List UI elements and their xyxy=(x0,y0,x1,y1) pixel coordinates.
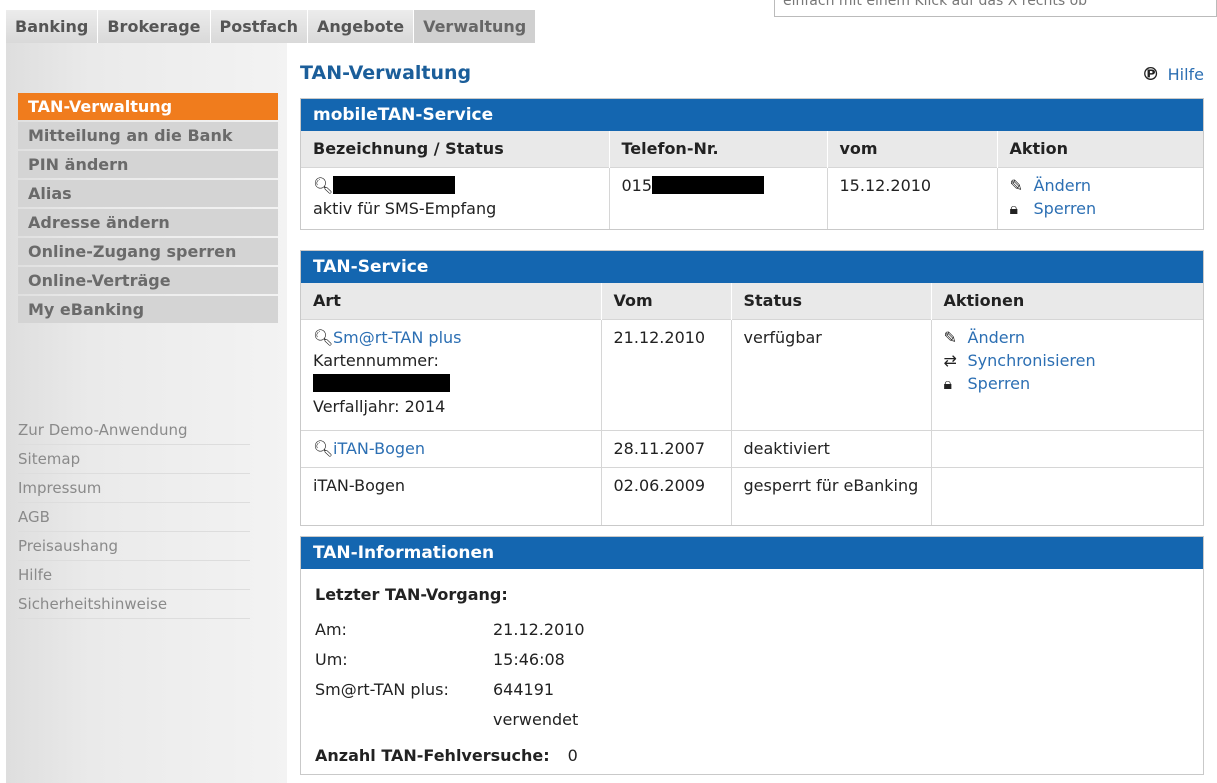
smart-tan-link[interactable]: Sm@rt-TAN plus xyxy=(333,328,462,347)
tan-status: verfügbar xyxy=(731,318,932,430)
am-value: 21.12.2010 xyxy=(493,620,585,639)
table-row: 🔍︎ aktiv für SMS-Empfang 015 15.12.2010 … xyxy=(301,166,1203,229)
itan-link[interactable]: iTAN-Bogen xyxy=(333,439,425,458)
table-row: 🔍︎iTAN-Bogen 28.11.2007 deaktiviert xyxy=(301,429,1203,467)
smart-label: Sm@rt-TAN plus: xyxy=(315,680,449,699)
sidebar-item-tan-verwaltung[interactable]: TAN-Verwaltung xyxy=(18,93,278,120)
link-sitemap[interactable]: Sitemap xyxy=(18,445,250,474)
col-status: Status xyxy=(731,283,932,319)
fail-value: 0 xyxy=(567,746,578,765)
table-row: 🔍︎Sm@rt-TAN plus Kartennummer: Verfallja… xyxy=(301,318,1203,430)
um-label: Um: xyxy=(315,650,348,669)
help-icon: ℗ xyxy=(1141,64,1160,85)
lock-icon: 🔒︎ xyxy=(943,373,953,393)
sidebar: TAN-Verwaltung Mitteilung an die Bank PI… xyxy=(6,43,287,783)
col-aktion: Aktion xyxy=(997,131,1203,167)
main-tabs: Banking Brokerage Postfach Angebote Verw… xyxy=(6,10,537,43)
link-preisaushang[interactable]: Preisaushang xyxy=(18,532,250,561)
sidebar-nav: TAN-Verwaltung Mitteilung an die Bank PI… xyxy=(18,93,278,325)
last-tan-details: Am: 21.12.2010 Um: 15:46:08 Sm@rt-TAN pl… xyxy=(315,618,1189,732)
tab-brokerage[interactable]: Brokerage xyxy=(98,10,211,43)
am-label: Am: xyxy=(315,620,347,639)
tan-status: gesperrt für eBanking xyxy=(731,466,932,525)
magnifier-icon[interactable]: 🔍︎ xyxy=(313,437,333,460)
link-hilfe[interactable]: Hilfe xyxy=(18,561,250,590)
tan-date: 21.12.2010 xyxy=(601,318,732,430)
last-tan-title: Letzter TAN-Vorgang: xyxy=(315,585,508,604)
col-vom: vom xyxy=(827,131,998,167)
tab-verwaltung[interactable]: Verwaltung xyxy=(414,10,537,43)
tan-info-panel: TAN-Informationen Letzter TAN-Vorgang: A… xyxy=(300,536,1204,775)
table-row: iTAN-Bogen 02.06.2009 gesperrt für eBank… xyxy=(301,466,1203,525)
sidebar-item-alias[interactable]: Alias xyxy=(18,180,278,207)
sidebar-item-zugang-sperren[interactable]: Online-Zugang sperren xyxy=(18,238,278,265)
card-label: Kartennummer: xyxy=(313,350,439,370)
smart-value: 644191 xyxy=(493,680,555,699)
sidebar-item-mitteilung[interactable]: Mitteilung an die Bank xyxy=(18,122,278,149)
magnifier-icon[interactable]: 🔍︎ xyxy=(313,326,333,349)
col-art: Art xyxy=(301,283,602,319)
mobile-tan-panel: mobileTAN-Service Bezeichnung / Status T… xyxy=(300,98,1204,230)
redacted-card xyxy=(313,373,450,392)
mobile-date: 15.12.2010 xyxy=(827,166,998,229)
page-title: TAN-Verwaltung xyxy=(300,62,472,84)
tan-info-heading: TAN-Informationen xyxy=(301,537,1203,569)
smart-note: verwendet xyxy=(493,710,579,729)
col-vom: Vom xyxy=(601,283,732,319)
tan-service-table: Art Vom Status Aktionen 🔍︎Sm@rt-TAN plus… xyxy=(301,283,1203,525)
tan-info-body: Letzter TAN-Vorgang: Am: 21.12.2010 Um: … xyxy=(301,569,1203,775)
tan-lock-action[interactable]: 🔒︎ Sperren xyxy=(944,372,1192,395)
lock-link[interactable]: Sperren xyxy=(1034,197,1097,220)
sidebar-item-vertraege[interactable]: Online-Verträge xyxy=(18,267,278,294)
col-bezeichnung: Bezeichnung / Status xyxy=(301,131,610,167)
sync-link[interactable]: Synchronisieren xyxy=(968,349,1096,372)
help-link[interactable]: ℗ Hilfe xyxy=(1142,64,1204,85)
tab-banking[interactable]: Banking xyxy=(6,10,99,43)
link-demo[interactable]: Zur Demo-Anwendung xyxy=(18,416,250,445)
tab-angebote[interactable]: Angebote xyxy=(308,10,415,43)
lock-link[interactable]: Sperren xyxy=(968,372,1031,395)
sidebar-item-pin[interactable]: PIN ändern xyxy=(18,151,278,178)
notice-box: einfach mit einem Klick auf das X rechts… xyxy=(774,0,1217,17)
pencil-icon: ✎ xyxy=(943,327,957,347)
tan-service-heading: TAN-Service xyxy=(301,251,1203,283)
link-agb[interactable]: AGB xyxy=(18,503,250,532)
tan-date: 28.11.2007 xyxy=(601,429,732,467)
redacted-name xyxy=(333,175,455,194)
magnifier-icon[interactable]: 🔍︎ xyxy=(313,174,333,197)
sidebar-item-my-ebanking[interactable]: My eBanking xyxy=(18,296,278,323)
tan-date: 02.06.2009 xyxy=(601,466,732,525)
phone-prefix: 015 xyxy=(621,175,653,195)
mobile-tan-table: Bezeichnung / Status Telefon-Nr. vom Akt… xyxy=(301,131,1203,229)
itan-name: iTAN-Bogen xyxy=(301,466,602,525)
mobile-lock-action[interactable]: 🔒︎ Sperren xyxy=(1010,197,1192,220)
lock-icon: 🔒︎ xyxy=(1009,198,1019,218)
link-impressum[interactable]: Impressum xyxy=(18,474,250,503)
fail-count: Anzahl TAN-Fehlversuche: 0 xyxy=(315,746,1189,765)
top-bar: Banking Brokerage Postfach Angebote Verw… xyxy=(0,0,1217,43)
sidebar-item-adresse[interactable]: Adresse ändern xyxy=(18,209,278,236)
change-link[interactable]: Ändern xyxy=(1034,174,1092,197)
tan-sync-action[interactable]: ⇄ Synchronisieren xyxy=(944,349,1192,372)
mobile-tan-heading: mobileTAN-Service xyxy=(301,99,1203,131)
redacted-phone xyxy=(652,175,765,194)
sidebar-links: Zur Demo-Anwendung Sitemap Impressum AGB… xyxy=(18,416,250,619)
mobile-change-action[interactable]: ✎ Ändern xyxy=(1010,174,1192,197)
link-sicherheit[interactable]: Sicherheitshinweise xyxy=(18,590,250,619)
mobile-status: aktiv für SMS-Empfang xyxy=(313,198,497,218)
tab-postfach[interactable]: Postfach xyxy=(210,10,309,43)
change-link[interactable]: Ändern xyxy=(968,326,1026,349)
fail-label: Anzahl TAN-Fehlversuche: xyxy=(315,746,550,765)
expiry: Verfalljahr: 2014 xyxy=(313,396,446,416)
tan-service-panel: TAN-Service Art Vom Status Aktionen 🔍︎Sm… xyxy=(300,250,1204,526)
tan-change-action[interactable]: ✎ Ändern xyxy=(944,326,1192,349)
col-telefon: Telefon-Nr. xyxy=(609,131,828,167)
help-label: Hilfe xyxy=(1167,65,1204,84)
col-aktionen: Aktionen xyxy=(931,283,1203,319)
pencil-icon: ✎ xyxy=(1009,175,1023,195)
sync-icon: ⇄ xyxy=(943,350,957,370)
um-value: 15:46:08 xyxy=(493,650,565,669)
tan-status: deaktiviert xyxy=(731,429,932,467)
